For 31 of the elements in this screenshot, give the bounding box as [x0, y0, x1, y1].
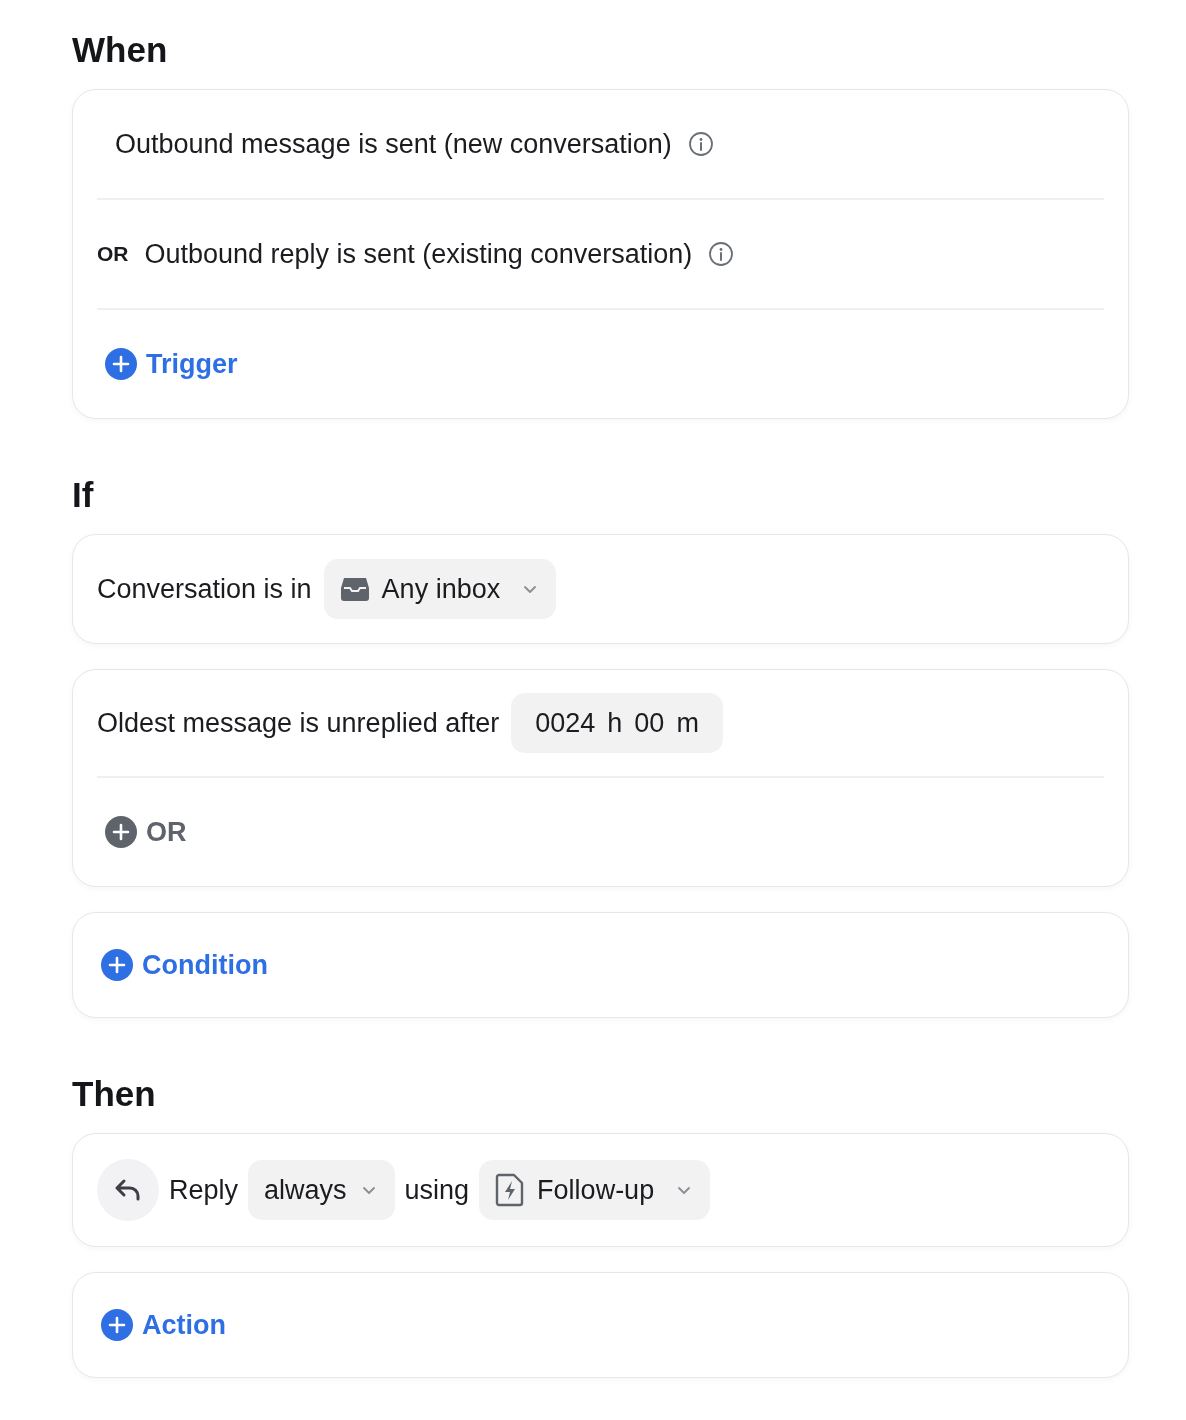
minutes-value[interactable]: 00 — [634, 702, 665, 744]
plus-circle-icon — [101, 949, 133, 981]
add-button[interactable]: Trigger — [105, 348, 238, 380]
action-verb: Reply — [169, 1173, 239, 1207]
duration-field[interactable]: 0024 h 00 m — [511, 693, 723, 753]
info-icon[interactable] — [708, 241, 735, 267]
add-button[interactable]: Action — [101, 1309, 226, 1341]
frequency-select[interactable]: always — [248, 1160, 395, 1220]
condition-text: Oldest message is unreplied after — [97, 706, 500, 740]
lightning-document-icon — [495, 1173, 526, 1207]
inbox-select[interactable]: Any inbox — [323, 559, 557, 619]
info-icon[interactable] — [687, 131, 714, 157]
or-label: OR — [97, 241, 129, 268]
inbox-icon — [339, 576, 370, 602]
plus-circle-icon — [105, 348, 137, 380]
hours-unit: h — [607, 706, 623, 740]
reply-arrow-icon — [114, 1178, 142, 1202]
condition-text: Conversation is in — [97, 572, 312, 606]
plus-circle-icon — [105, 816, 137, 848]
connector-text: using — [404, 1173, 470, 1207]
template-select[interactable]: Follow-up — [479, 1160, 711, 1220]
plus-circle-icon — [101, 1309, 133, 1341]
section-heading: Then — [72, 1076, 157, 1111]
hours-value[interactable]: 0024 — [535, 702, 596, 744]
trigger-text: Outbound reply is sent (existing conversation) — [144, 237, 693, 271]
add-button[interactable]: OR — [105, 816, 187, 848]
section-heading: If — [72, 477, 95, 512]
add-button[interactable]: Condition — [101, 949, 268, 981]
section-heading: When — [72, 32, 169, 67]
trigger-text: Outbound message is sent (new conversation) — [115, 127, 672, 161]
minutes-unit: m — [676, 706, 699, 740]
